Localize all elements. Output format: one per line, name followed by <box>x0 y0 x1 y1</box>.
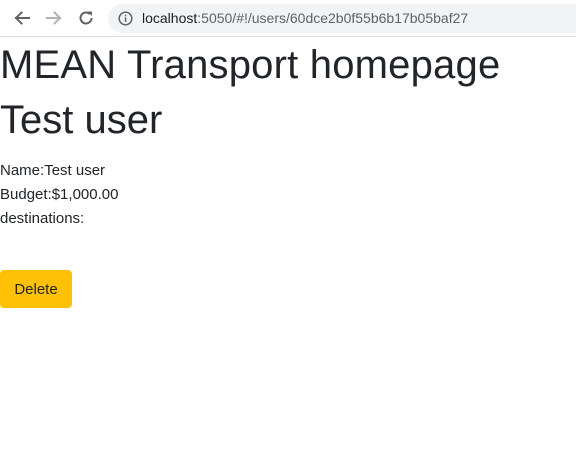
arrow-right-icon <box>46 11 62 25</box>
delete-button[interactable]: Delete <box>0 270 72 308</box>
reload-icon <box>79 11 93 25</box>
reload-button[interactable] <box>74 6 98 30</box>
page-title: MEAN Transport homepage <box>0 43 501 87</box>
back-button[interactable] <box>10 6 34 30</box>
url-host: localhost <box>142 10 198 26</box>
url-text[interactable]: localhost:5050/#!/users/60dce2b0f55b6b17… <box>142 10 468 27</box>
budget-label: Budget: <box>0 186 52 203</box>
info-icon[interactable] <box>118 11 133 26</box>
user-heading: Test user <box>0 98 163 142</box>
name-label: Name: <box>0 162 45 179</box>
name-value: Test user <box>44 162 106 179</box>
arrow-left-icon <box>14 11 30 25</box>
budget-field: Budget:$1,000.00 <box>0 185 118 205</box>
url-path: :5050/#!/users/60dce2b0f55b6b17b05baf27 <box>197 10 469 26</box>
name-field: Name:Test user <box>0 161 105 181</box>
destinations-field: destinations: <box>0 209 84 229</box>
budget-value: $1,000.00 <box>51 186 119 203</box>
address-bar[interactable]: localhost:5050/#!/users/60dce2b0f55b6b17… <box>108 4 576 33</box>
browser-toolbar: localhost:5050/#!/users/60dce2b0f55b6b17… <box>0 0 576 37</box>
forward-button[interactable] <box>42 6 66 30</box>
destinations-label: destinations: <box>0 210 85 227</box>
